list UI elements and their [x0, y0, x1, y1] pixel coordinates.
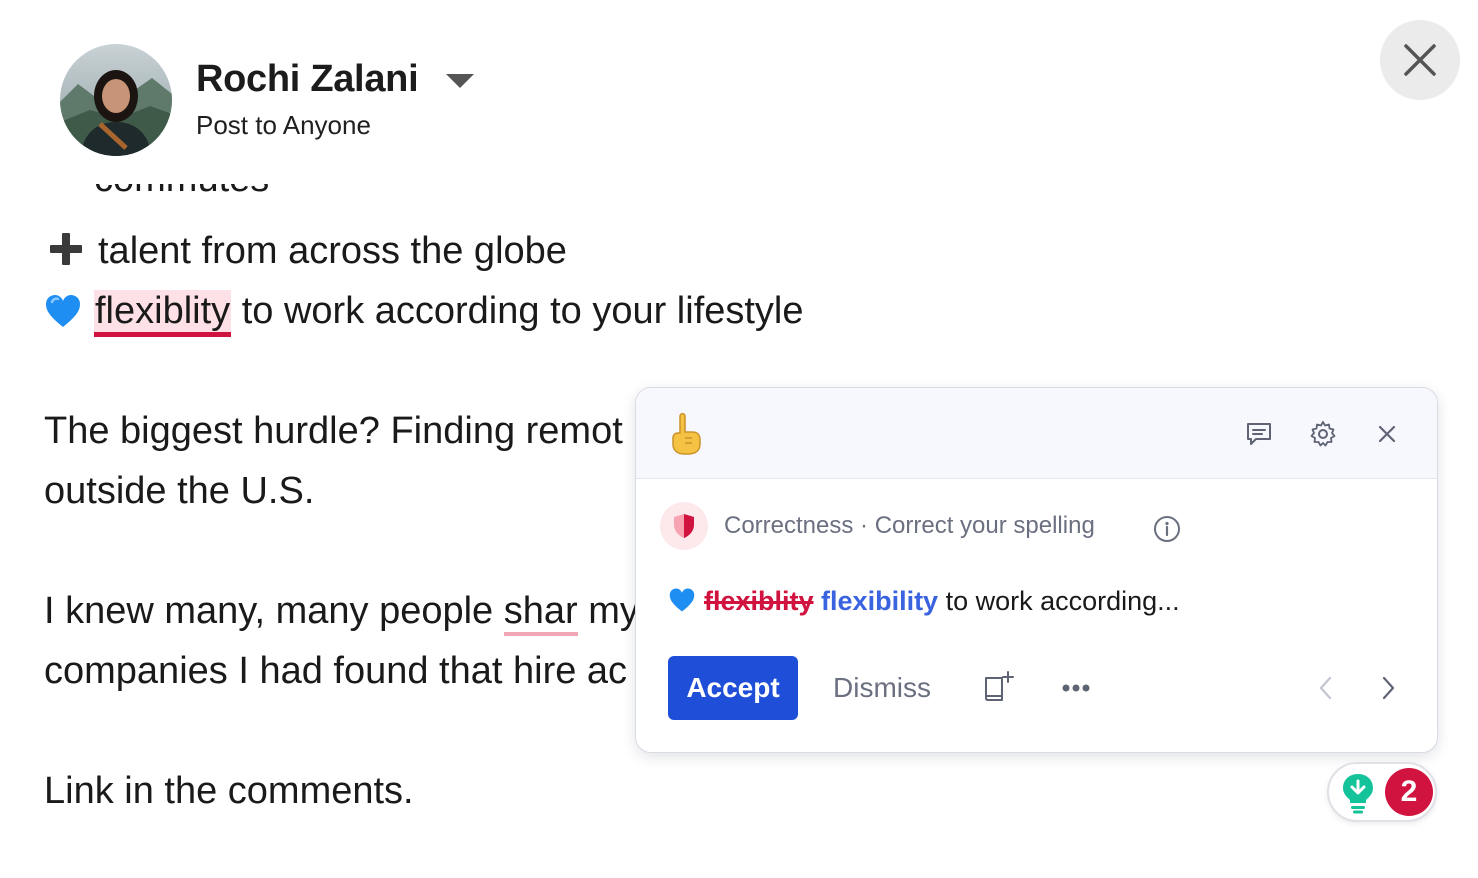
blue-heart-icon: [669, 588, 695, 612]
avatar: [60, 44, 172, 156]
accept-button[interactable]: Accept: [668, 656, 798, 720]
close-icon: [1378, 425, 1396, 443]
suggestion-count-badge: 2: [1385, 768, 1433, 816]
close-button[interactable]: [1380, 20, 1460, 100]
suggestion-card: Correctness · Correct your spelling flex…: [635, 387, 1438, 753]
post-paragraph-4[interactable]: Link in the comments.: [44, 768, 414, 814]
settings-button[interactable]: [1303, 414, 1343, 454]
cutoff-text-line: commutes: [94, 184, 394, 204]
post-editor-modal: Rochi Zalani Post to Anyone commutes tal…: [0, 0, 1478, 878]
replacement-word[interactable]: flexibility: [821, 586, 938, 616]
suggestion-card-header: [636, 388, 1437, 479]
feedback-button[interactable]: [1239, 414, 1279, 454]
add-to-dictionary-icon[interactable]: [980, 670, 1016, 706]
blue-heart-icon: [46, 295, 80, 327]
author-name: Rochi Zalani: [196, 58, 419, 100]
post-paragraph-2-line-2[interactable]: outside the U.S.: [44, 468, 314, 514]
original-word: flexiblity: [704, 586, 814, 616]
post-line-talent[interactable]: talent from across the globe: [44, 228, 567, 274]
dismiss-button[interactable]: Dismiss: [814, 656, 950, 720]
suggestion-preview: flexiblity flexibility to work according…: [668, 586, 1180, 617]
feedback-icon: [1247, 423, 1271, 445]
more-icon[interactable]: [1058, 670, 1094, 706]
post-line-flexibility[interactable]: flexiblity to work according to your lif…: [44, 288, 804, 337]
close-card-button[interactable]: [1367, 414, 1407, 454]
post-paragraph-3-line-2[interactable]: companies I had found that hire ac: [44, 648, 627, 694]
suggestion-category: Correctness · Correct your spelling: [724, 512, 1095, 539]
audience-selector[interactable]: Post to Anyone: [196, 110, 371, 141]
pointing-up-hand-icon: [672, 413, 701, 455]
flagged-word[interactable]: shar: [503, 590, 578, 636]
chevron-left-icon[interactable]: [1312, 674, 1340, 702]
info-icon[interactable]: [1152, 514, 1182, 544]
plus-icon: [50, 233, 82, 265]
post-paragraph-2-line-1[interactable]: The biggest hurdle? Finding remot: [44, 408, 623, 454]
lightbulb-icon: [1343, 774, 1373, 814]
post-paragraph-3-line-1[interactable]: I knew many, many people shar my: [44, 588, 639, 636]
chevron-down-icon[interactable]: [440, 68, 480, 94]
shield-icon: [674, 514, 694, 538]
chevron-right-icon[interactable]: [1374, 674, 1402, 702]
close-icon: [1404, 44, 1436, 76]
grammarly-widget[interactable]: 2: [1327, 762, 1437, 822]
misspelled-word[interactable]: flexiblity: [94, 290, 232, 337]
gear-icon: [1310, 421, 1336, 447]
correctness-badge: [660, 502, 708, 550]
